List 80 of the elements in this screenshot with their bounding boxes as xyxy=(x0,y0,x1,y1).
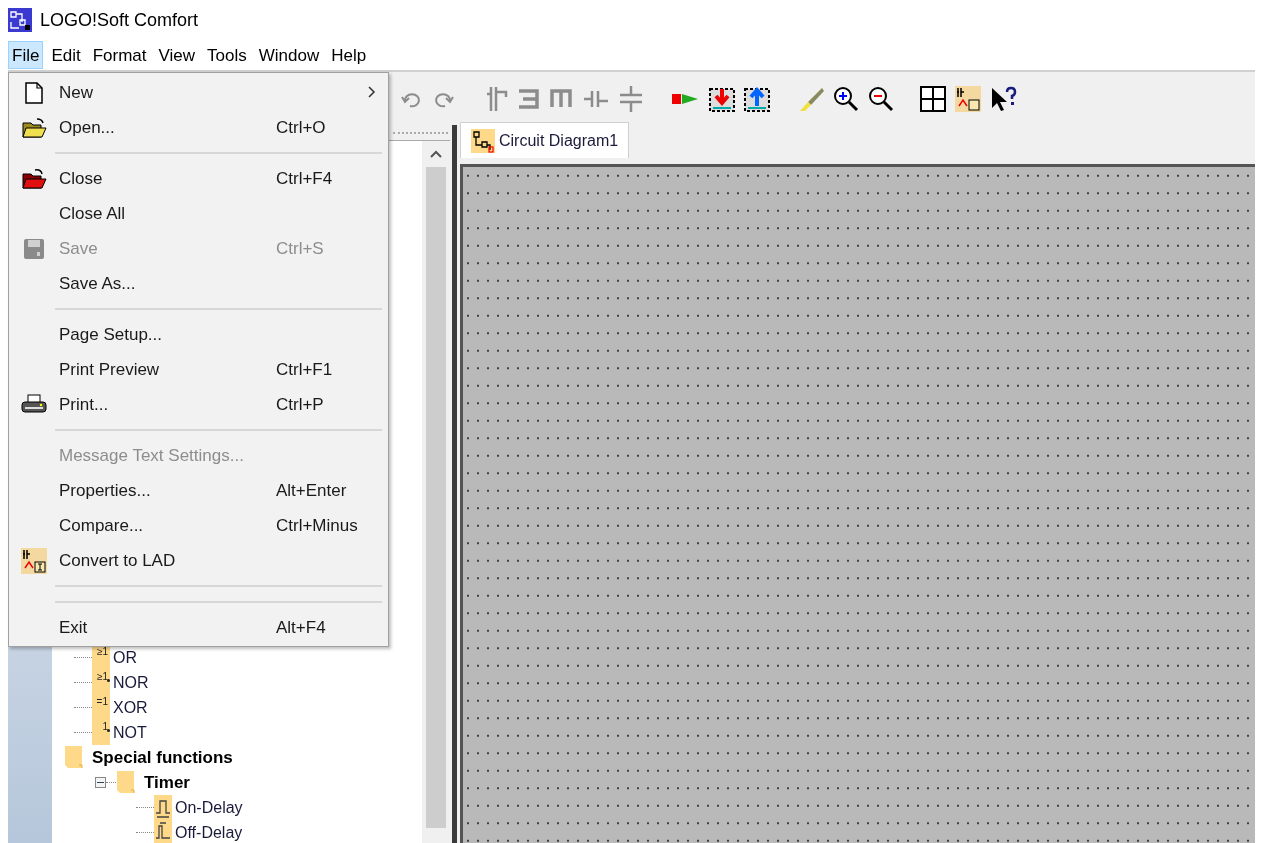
chevron-up-icon xyxy=(428,149,443,159)
blank-page-icon xyxy=(25,81,43,104)
help-pointer-icon xyxy=(990,85,1018,112)
grid-icon xyxy=(920,85,946,112)
convert-icon xyxy=(955,85,981,112)
capacitor-icon xyxy=(618,84,644,113)
diagram-canvas[interactable] xyxy=(460,164,1255,843)
menu-entry-label: Save As... xyxy=(59,272,137,295)
shortcut-text: Ctrl+Minus xyxy=(276,514,358,537)
folder-icon xyxy=(116,770,136,795)
tree-item[interactable]: On-Delay xyxy=(175,795,243,820)
menu-entry-label: Close xyxy=(59,167,104,190)
shortcut-text: Ctrl+O xyxy=(276,116,326,139)
folder-icon xyxy=(21,116,47,139)
scrollbar-thumb[interactable] xyxy=(425,167,446,828)
shortcut-text: Ctrl+F1 xyxy=(276,358,333,381)
timer-pulse-icon xyxy=(154,795,172,820)
tree-item[interactable]: Off-Delay xyxy=(175,820,243,843)
folder-icon xyxy=(64,745,84,770)
menu-entry[interactable]: Print... Ctrl+P xyxy=(9,387,388,422)
download-icon xyxy=(709,85,735,112)
menu-entry-label: Page Setup... xyxy=(59,323,164,346)
menu-entry-label: Exit xyxy=(59,616,89,639)
zoom-out-icon xyxy=(868,85,894,112)
menu-entry[interactable]: Close Ctrl+F4 xyxy=(9,161,388,196)
menu-entry[interactable]: Compare... Ctrl+Minus xyxy=(9,508,388,543)
timer-pulse-icon xyxy=(154,820,172,843)
tree-item[interactable]: XOR xyxy=(113,695,148,720)
tree-folder[interactable]: Timer xyxy=(144,769,190,796)
block-symbol: ≥1 xyxy=(92,645,110,670)
menu-entry-label: Properties... xyxy=(59,479,152,502)
menu-entry-label: Compare... xyxy=(59,514,145,537)
block-symbol: =1 xyxy=(92,695,110,720)
tree-item[interactable]: NOT xyxy=(113,720,147,745)
window-title: LOGO!Soft Comfort xyxy=(40,8,199,32)
menu-entry[interactable]: Properties... Alt+Enter xyxy=(9,473,388,508)
shortcut-text: Ctrl+P xyxy=(276,393,324,416)
tree-item[interactable]: NOR xyxy=(113,670,149,695)
menu-item[interactable]: Help xyxy=(327,41,371,69)
menu-entry-label: New xyxy=(59,81,94,104)
menu-entry[interactable]: Page Setup... xyxy=(9,317,388,352)
menu-entry[interactable]: Convert to LAD xyxy=(9,543,388,578)
printer-icon xyxy=(21,393,47,416)
menu-entry-label: Print... xyxy=(59,393,110,416)
menu-entry[interactable]: Exit Alt+F4 xyxy=(9,610,388,645)
menu-item[interactable]: Format xyxy=(88,41,151,69)
folder-icon xyxy=(21,167,47,190)
menu-entry-label: Save xyxy=(59,237,99,260)
tree-item[interactable]: OR xyxy=(113,645,137,670)
menu-entry-label: Print Preview xyxy=(59,358,161,381)
collapse-box-icon[interactable] xyxy=(95,777,106,788)
upload-icon xyxy=(744,85,770,112)
document-tab[interactable]: Circuit Diagram1 xyxy=(460,122,630,158)
menu-item[interactable]: View xyxy=(154,41,200,69)
block-symbol: 1 xyxy=(92,720,110,745)
circuit-diagram-icon xyxy=(471,128,495,153)
shortcut-text: Alt+Enter xyxy=(276,479,347,502)
menu-entry-label: Open... xyxy=(59,116,116,139)
shortcut-text: Ctrl+F4 xyxy=(276,167,333,190)
contact-icon xyxy=(486,85,508,112)
menu-entry[interactable]: Print Preview Ctrl+F1 xyxy=(9,352,388,387)
menu-item[interactable]: Window xyxy=(254,41,324,69)
menu-item[interactable]: Tools xyxy=(203,41,251,69)
menu-entry-label: Close All xyxy=(59,202,127,225)
menu-item[interactable]: Edit xyxy=(47,41,85,69)
menu-item[interactable]: File xyxy=(8,41,44,69)
app-logo-icon xyxy=(8,8,32,32)
bracket-icon xyxy=(517,86,541,111)
menu-entry[interactable]: New xyxy=(9,75,388,110)
tree-folder[interactable]: Special functions xyxy=(92,744,233,771)
shortcut-text: Ctrl+S xyxy=(276,237,324,260)
menu-entry-label: Message Text Settings... xyxy=(59,444,245,467)
menu-entry[interactable]: Save As... xyxy=(9,266,388,301)
menu-entry[interactable]: Close All xyxy=(9,196,388,231)
shortcut-text: Alt+F4 xyxy=(276,616,326,639)
block-symbol: ≥1 xyxy=(92,670,110,695)
convert-icon xyxy=(21,547,47,574)
menu-entry-label: Convert to LAD xyxy=(59,549,177,572)
menu-entry[interactable]: Open... Ctrl+O xyxy=(9,110,388,145)
zoom-in-icon xyxy=(833,85,859,112)
